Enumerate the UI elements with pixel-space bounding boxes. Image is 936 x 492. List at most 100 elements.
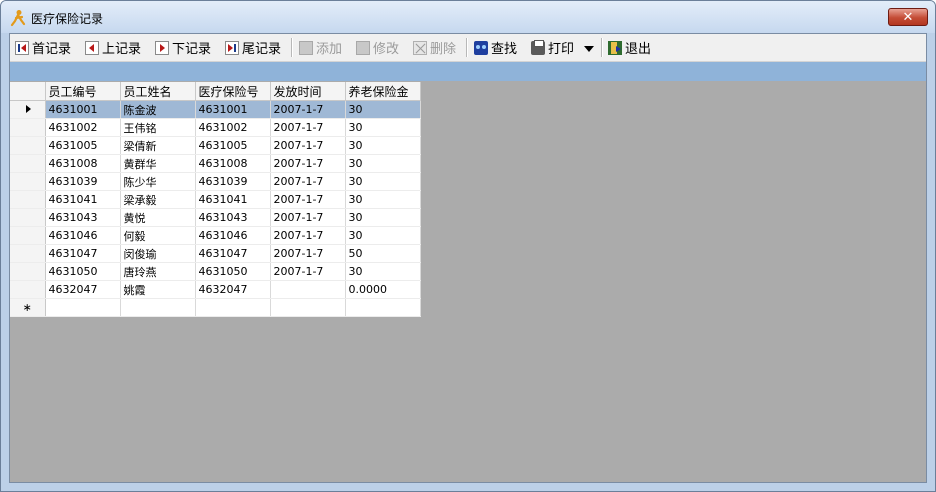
cell-employee-id[interactable]: 4631041 [45,190,121,209]
cell-issue-date[interactable]: 2007-1-7 [270,136,346,155]
cell-pension[interactable]: 50 [345,244,421,263]
row-selector[interactable] [10,226,46,245]
cell-issue-date[interactable]: 2007-1-7 [270,208,346,227]
row-selector[interactable] [10,244,46,263]
cell-employee-name[interactable]: 闵俊瑜 [120,244,196,263]
next-record-button[interactable]: 下记录 [155,37,211,58]
cell-pension[interactable]: 0.0000 [345,280,421,299]
cell-employee-id[interactable]: 4631008 [45,154,121,173]
empty-cell[interactable] [195,298,271,317]
cell-issue-date[interactable]: 2007-1-7 [270,190,346,209]
cell-insurance-no[interactable]: 4631005 [195,136,271,155]
cell-employee-id[interactable]: 4631039 [45,172,121,191]
table-row[interactable]: 4631047 闵俊瑜 4631047 2007-1-7 50 [10,244,421,263]
cell-employee-name[interactable]: 陈金波 [120,100,196,119]
column-header-employee-id[interactable]: 员工编号 [45,82,121,101]
cell-pension[interactable]: 30 [345,154,421,173]
cell-insurance-no[interactable]: 4631047 [195,244,271,263]
table-row[interactable]: 4631043 黄悦 4631043 2007-1-7 30 [10,208,421,227]
find-button[interactable]: 查找 [474,37,517,58]
cell-issue-date[interactable]: 2007-1-7 [270,154,346,173]
cell-employee-id[interactable]: 4631005 [45,136,121,155]
cell-issue-date[interactable] [270,280,346,299]
column-header-issue-date[interactable]: 发放时间 [270,82,346,101]
cell-issue-date[interactable]: 2007-1-7 [270,262,346,281]
row-selector[interactable] [10,190,46,209]
close-button[interactable]: ✕ [888,8,928,26]
cell-issue-date[interactable]: 2007-1-7 [270,226,346,245]
cell-pension[interactable]: 30 [345,262,421,281]
first-record-button[interactable]: 首记录 [15,37,71,58]
table-row[interactable]: 4631001 陈金波 4631001 2007-1-7 30 [10,100,421,119]
cell-employee-id[interactable]: 4631043 [45,208,121,227]
cell-pension[interactable]: 30 [345,172,421,191]
cell-insurance-no[interactable]: 4631008 [195,154,271,173]
row-selector[interactable] [10,118,46,137]
cell-pension[interactable]: 30 [345,100,421,119]
cell-employee-name[interactable]: 黄群华 [120,154,196,173]
delete-button[interactable]: 删除 [413,37,456,58]
cell-employee-name[interactable]: 何毅 [120,226,196,245]
row-selector[interactable] [10,262,46,281]
empty-cell[interactable] [270,298,346,317]
row-selector[interactable] [10,154,46,173]
cell-employee-name[interactable]: 唐玲燕 [120,262,196,281]
prev-record-button[interactable]: 上记录 [85,37,141,58]
title-bar[interactable]: 医疗保险记录 ✕ [1,1,935,33]
row-selector[interactable] [10,208,46,227]
table-row[interactable]: 4631002 王伟铭 4631002 2007-1-7 30 [10,118,421,137]
cell-pension[interactable]: 30 [345,190,421,209]
records-grid[interactable]: 员工编号 员工姓名 医疗保险号 发放时间 养老保险金 4631001 陈金波 463… [10,82,421,317]
cell-issue-date[interactable]: 2007-1-7 [270,244,346,263]
row-selector[interactable] [10,172,46,191]
cell-employee-name[interactable]: 王伟铭 [120,118,196,137]
table-row[interactable]: 4632047 姚霞 4632047 0.0000 [10,280,421,299]
cell-insurance-no[interactable]: 4631043 [195,208,271,227]
empty-cell[interactable] [345,298,421,317]
cell-issue-date[interactable]: 2007-1-7 [270,172,346,191]
row-selector[interactable] [10,100,46,119]
cell-issue-date[interactable]: 2007-1-7 [270,118,346,137]
cell-pension[interactable]: 30 [345,208,421,227]
cell-employee-name[interactable]: 梁倩新 [120,136,196,155]
cell-insurance-no[interactable]: 4631039 [195,172,271,191]
new-record-row[interactable]: ∗ [10,298,421,317]
print-dropdown-button[interactable] [584,37,594,58]
cell-employee-id[interactable]: 4631047 [45,244,121,263]
table-row[interactable]: 4631008 黄群华 4631008 2007-1-7 30 [10,154,421,173]
cell-employee-id[interactable]: 4631050 [45,262,121,281]
row-selector[interactable] [10,136,46,155]
cell-employee-name[interactable]: 黄悦 [120,208,196,227]
table-row[interactable]: 4631039 陈少华 4631039 2007-1-7 30 [10,172,421,191]
cell-insurance-no[interactable]: 4631001 [195,100,271,119]
row-selector[interactable] [10,280,46,299]
cell-pension[interactable]: 30 [345,118,421,137]
cell-pension[interactable]: 30 [345,136,421,155]
column-header-employee-name[interactable]: 员工姓名 [120,82,196,101]
exit-button[interactable]: 退出 [608,37,651,58]
edit-button[interactable]: 修改 [356,37,399,58]
last-record-button[interactable]: 尾记录 [225,37,281,58]
table-row[interactable]: 4631005 梁倩新 4631005 2007-1-7 30 [10,136,421,155]
cell-employee-name[interactable]: 陈少华 [120,172,196,191]
empty-cell[interactable] [120,298,196,317]
cell-employee-id[interactable]: 4631001 [45,100,121,119]
cell-insurance-no[interactable]: 4632047 [195,280,271,299]
cell-employee-name[interactable]: 姚霞 [120,280,196,299]
cell-insurance-no[interactable]: 4631002 [195,118,271,137]
empty-cell[interactable] [45,298,121,317]
print-button[interactable]: 打印 [531,37,574,58]
cell-employee-id[interactable]: 4632047 [45,280,121,299]
cell-employee-id[interactable]: 4631046 [45,226,121,245]
table-row[interactable]: 4631050 唐玲燕 4631050 2007-1-7 30 [10,262,421,281]
cell-insurance-no[interactable]: 4631041 [195,190,271,209]
add-button[interactable]: 添加 [299,37,342,58]
cell-employee-name[interactable]: 梁承毅 [120,190,196,209]
cell-employee-id[interactable]: 4631002 [45,118,121,137]
cell-insurance-no[interactable]: 4631050 [195,262,271,281]
cell-insurance-no[interactable]: 4631046 [195,226,271,245]
cell-issue-date[interactable]: 2007-1-7 [270,100,346,119]
table-row[interactable]: 4631041 梁承毅 4631041 2007-1-7 30 [10,190,421,209]
column-header-pension[interactable]: 养老保险金 [345,82,421,101]
column-header-insurance-no[interactable]: 医疗保险号 [195,82,271,101]
